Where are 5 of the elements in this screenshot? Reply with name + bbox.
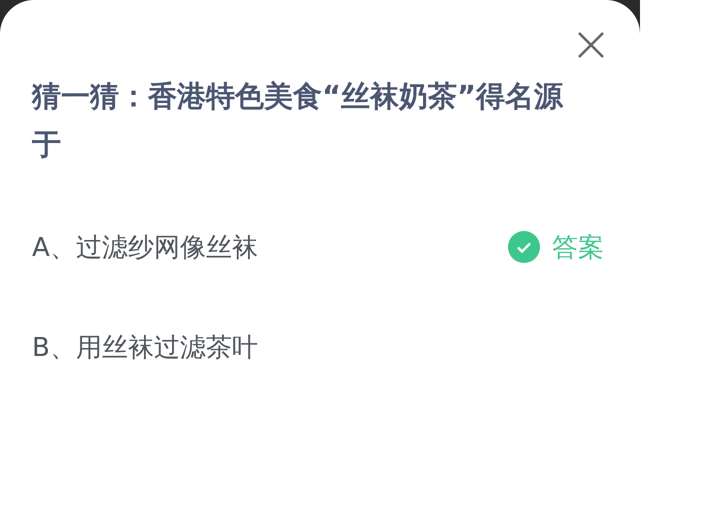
option-text[interactable]: A、过滤纱网像丝袜 (32, 230, 258, 264)
answer-label: 答案 (552, 232, 604, 264)
close-icon (576, 30, 606, 60)
question-title: 猜一猜：香港特色美食“丝袜奶茶”得名源于 (32, 78, 564, 163)
option-text[interactable]: B、用丝袜过滤茶叶 (32, 330, 258, 364)
